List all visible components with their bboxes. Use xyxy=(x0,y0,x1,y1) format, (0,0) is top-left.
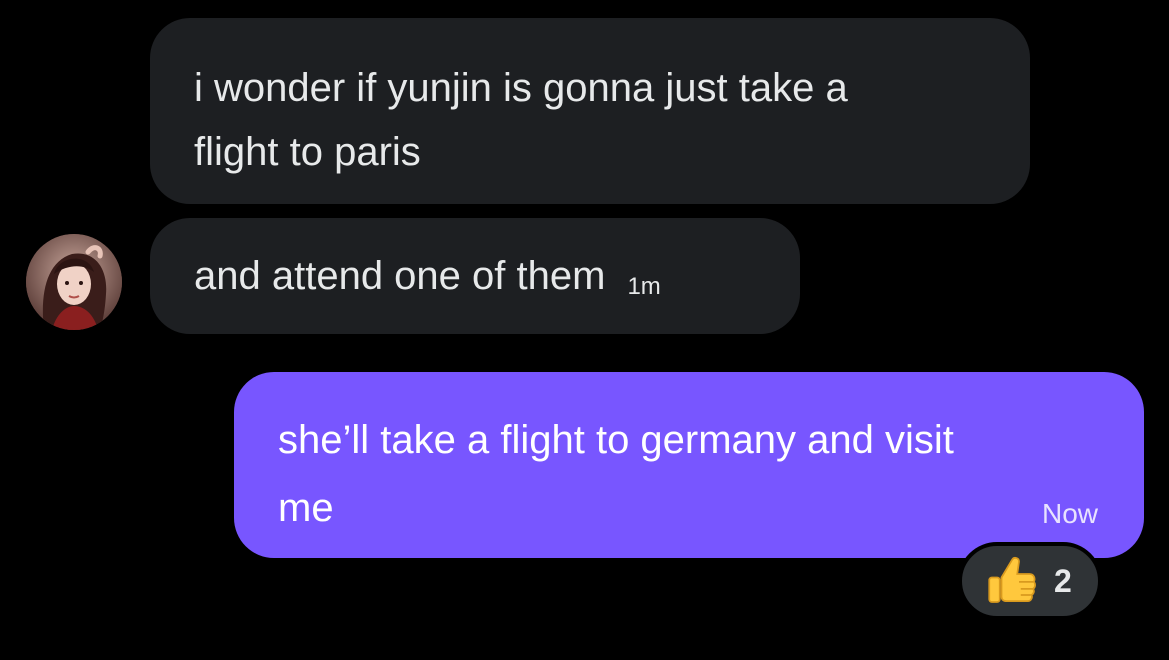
outgoing-message-bubble[interactable]: she’ll take a flight to germany and visi… xyxy=(234,372,1144,558)
message-text-line: she’ll take a flight to germany and visi… xyxy=(278,418,954,462)
message-text-line: flight to paris xyxy=(194,130,421,174)
message-timestamp: Now xyxy=(1041,498,1098,529)
message-text-line: i wonder if yunjin is gonna just take a xyxy=(194,66,848,110)
reaction-count: 2 xyxy=(1054,562,1072,599)
dm-conversation: i wonder if yunjin is gonna just take a … xyxy=(0,0,1169,660)
reaction-pill[interactable]: 2 xyxy=(958,542,1102,620)
thumbs-up-icon xyxy=(988,556,1036,603)
avatar[interactable] xyxy=(26,234,122,330)
message-text: she’ll take a flight to germany and visi… xyxy=(278,406,1092,542)
message-text: i wonder if yunjin is gonna just take a … xyxy=(194,56,986,184)
message-text: and attend one of them xyxy=(194,254,606,298)
incoming-message-bubble[interactable]: and attend one of them 1m xyxy=(150,218,800,334)
avatar-photo xyxy=(26,234,122,330)
message-text-line: me xyxy=(278,486,334,530)
incoming-message-bubble[interactable]: i wonder if yunjin is gonna just take a … xyxy=(150,18,1030,204)
message-timestamp: 1m xyxy=(627,273,661,300)
